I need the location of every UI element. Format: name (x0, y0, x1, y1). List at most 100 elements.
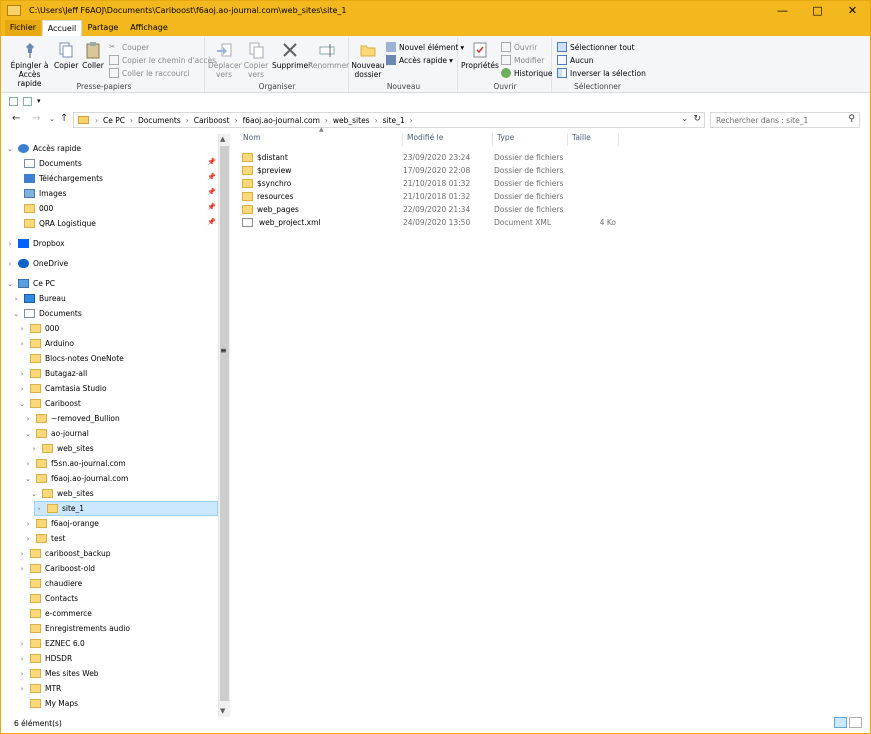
pinned-icon[interactable]: 📌 (207, 188, 216, 196)
column-name[interactable]: Nom (239, 133, 403, 146)
collapsed-chevron-icon[interactable]: › (24, 415, 32, 423)
details-view-icon[interactable] (834, 717, 847, 728)
collapsed-chevron-icon[interactable]: › (18, 385, 26, 393)
forward-arrow-icon[interactable]: → (32, 113, 40, 124)
collapsed-chevron-icon[interactable]: › (18, 640, 26, 648)
collapsed-chevron-icon[interactable]: › (24, 520, 32, 528)
collapsed-chevron-icon[interactable]: › (18, 340, 26, 348)
select-none-button[interactable]: Aucun (557, 55, 594, 65)
nav-item[interactable]: › Dropbox (6, 236, 65, 251)
refresh-icon[interactable]: ↻ (693, 114, 701, 124)
paste-button[interactable]: Coller (81, 41, 105, 70)
nav-item[interactable]: ⌄ web_sites (30, 486, 94, 501)
tab-file[interactable]: Fichier (5, 20, 41, 36)
properties-small-icon[interactable] (23, 96, 32, 106)
expanded-chevron-icon[interactable]: ⌄ (6, 280, 14, 288)
collapsed-chevron-icon[interactable]: › (12, 295, 20, 303)
nav-item[interactable]: › MTR (18, 681, 61, 696)
nav-item[interactable]: ⌄ Accès rapide (6, 141, 81, 156)
nav-item[interactable]: e-commerce (18, 606, 92, 621)
nav-item[interactable]: › Mes sites Web (18, 666, 99, 681)
select-all-button[interactable]: Sélectionner tout (557, 42, 635, 52)
nav-item[interactable]: Images (12, 186, 66, 201)
edit-button[interactable]: Modifier (501, 55, 544, 65)
maximize-button[interactable]: □ (800, 1, 835, 20)
pinned-icon[interactable]: 📌 (207, 173, 216, 181)
collapsed-chevron-icon[interactable]: › (18, 565, 26, 573)
column-type[interactable]: Type (493, 133, 568, 146)
copy-to-button[interactable]: Copier vers (240, 41, 272, 79)
search-input[interactable]: Rechercher dans : site_1 ⚲ (710, 112, 860, 128)
expanded-chevron-icon[interactable]: ⌄ (6, 145, 14, 153)
paste-shortcut-button[interactable]: Coller le raccourci (109, 68, 190, 78)
scroll-thumb[interactable] (220, 146, 229, 701)
nav-item[interactable]: Téléchargements (12, 171, 103, 186)
collapsed-chevron-icon[interactable]: › (18, 685, 26, 693)
collapsed-chevron-icon[interactable]: › (18, 325, 26, 333)
move-to-button[interactable]: Déplacer vers (208, 41, 242, 79)
collapsed-chevron-icon[interactable]: › (35, 505, 43, 513)
file-row[interactable]: $preview 17/09/2020 22:08 Dossier de fichi… (239, 164, 619, 177)
collapsed-chevron-icon[interactable]: › (18, 670, 26, 678)
collapsed-chevron-icon[interactable]: › (30, 445, 38, 453)
checkbox-icon[interactable] (9, 96, 18, 106)
tab-share[interactable]: Partage (84, 20, 122, 36)
column-size[interactable]: Taille (568, 133, 619, 146)
nav-item[interactable]: › Butagaz-all (18, 366, 87, 381)
nav-item[interactable]: Enregistrements audio (18, 621, 130, 636)
nav-item[interactable]: My Maps (18, 696, 78, 711)
expanded-chevron-icon[interactable]: ⌄ (30, 490, 38, 498)
breadcrumb-ce-pc[interactable]: Ce PC (103, 116, 125, 125)
nav-item[interactable]: › f5sn.ao-journal.com (24, 456, 126, 471)
nav-item[interactable]: › Bureau (12, 291, 66, 306)
pinned-icon[interactable]: 📌 (207, 203, 216, 211)
nav-item[interactable]: › Camtasia Studio (18, 381, 107, 396)
pane-splitter-grip-icon[interactable]: ≡ (220, 346, 227, 355)
copy-button[interactable]: Copier (54, 41, 78, 70)
nav-item[interactable]: chaudiere (18, 576, 82, 591)
file-row[interactable]: resources 21/10/2018 01:32 Dossier de fich… (239, 190, 619, 203)
breadcrumb-cariboost[interactable]: Cariboost (194, 116, 230, 125)
collapsed-chevron-icon[interactable]: › (6, 260, 14, 268)
nav-item[interactable]: › cariboost_backup (18, 546, 111, 561)
nav-item[interactable]: ⌄ ao-journal (24, 426, 89, 441)
tab-home[interactable]: Accueil (42, 20, 82, 36)
collapsed-chevron-icon[interactable]: › (6, 240, 14, 248)
nav-item[interactable]: › Arduino (18, 336, 74, 351)
nav-item[interactable]: › EZNEC 6.0 (18, 636, 85, 651)
rename-button[interactable]: Renommer (308, 41, 349, 70)
nav-item[interactable]: Blocs-notes OneNote (18, 351, 124, 366)
breadcrumb-web-sites[interactable]: web_sites (333, 116, 370, 125)
recent-dropdown-icon[interactable]: ⌄ (49, 115, 55, 123)
history-button[interactable]: Historique (501, 68, 552, 78)
customize-arrow-icon[interactable]: ▾ (37, 97, 45, 106)
nav-item[interactable]: › web_sites (30, 441, 94, 456)
nav-item[interactable]: QRA Logistique (12, 216, 96, 231)
nav-item[interactable]: › test (24, 531, 65, 546)
nav-item[interactable]: Documents (12, 156, 82, 171)
nav-item[interactable]: ⌄ f6aoj.ao-journal.com (24, 471, 128, 486)
nav-scrollbar[interactable]: ▲ ▼ (218, 134, 230, 717)
nav-item[interactable]: › HDSDR (18, 651, 72, 666)
pinned-icon[interactable]: 📌 (207, 218, 216, 226)
copy-path-button[interactable]: Copier le chemin d'accès (109, 55, 216, 65)
open-button[interactable]: Ouvrir (501, 42, 537, 52)
nav-item[interactable]: Contacts (18, 591, 78, 606)
expanded-chevron-icon[interactable]: ⌄ (24, 430, 32, 438)
address-bar[interactable]: › Ce PC › Documents › Cariboost › f6aoj.… (73, 112, 705, 128)
file-row[interactable]: $synchro 21/10/2018 01:32 Dossier de fichi… (239, 177, 619, 190)
column-modified[interactable]: Modifié le (403, 133, 493, 146)
collapsed-chevron-icon[interactable]: › (18, 550, 26, 558)
file-row[interactable]: web_pages 22/09/2020 21:34 Dossier de fich… (239, 203, 619, 216)
nav-item[interactable]: › site_1 (34, 501, 218, 516)
file-row[interactable]: $distant 23/09/2020 23:24 Dossier de fichi… (239, 151, 619, 164)
close-button[interactable]: ✕ (835, 1, 870, 20)
scroll-up-icon[interactable]: ▲ (220, 135, 225, 143)
breadcrumb-f6aoj[interactable]: f6aoj.ao-journal.com (243, 116, 320, 125)
pinned-icon[interactable]: 📌 (207, 158, 216, 166)
collapsed-chevron-icon[interactable]: › (24, 535, 32, 543)
large-icons-view-icon[interactable] (849, 717, 862, 728)
collapsed-chevron-icon[interactable]: › (18, 370, 26, 378)
collapsed-chevron-icon[interactable]: › (18, 655, 26, 663)
breadcrumb-site-1[interactable]: site_1 (383, 116, 405, 125)
